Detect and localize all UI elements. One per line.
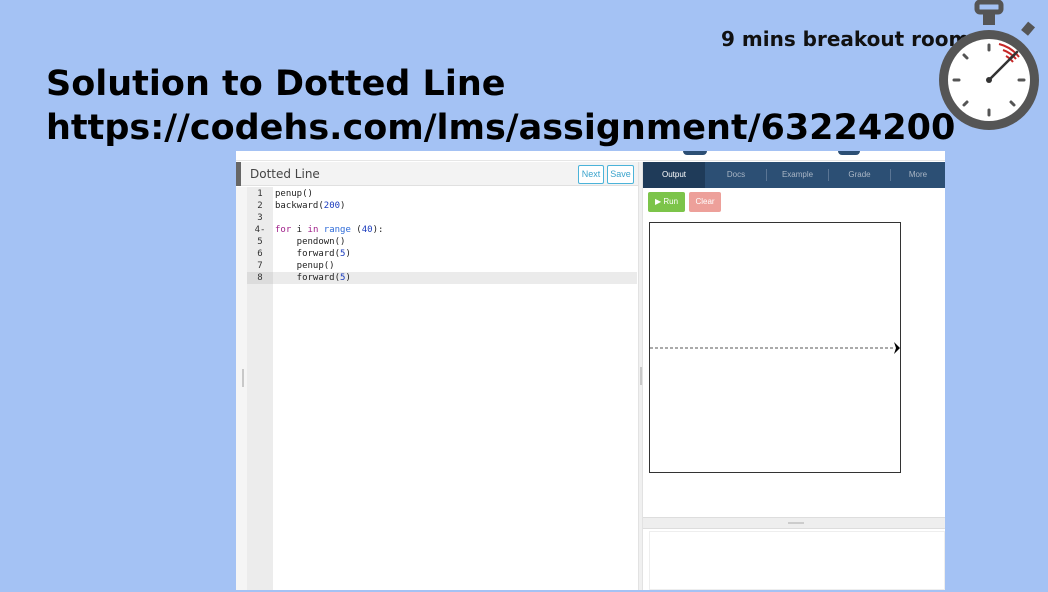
code-line-1[interactable]: penup(): [275, 188, 639, 200]
output-tab-bar: Output Docs Example Grade More: [643, 162, 945, 188]
tab-more[interactable]: More: [891, 162, 945, 188]
code-token: i: [291, 225, 308, 235]
tab-output[interactable]: Output: [643, 162, 705, 188]
code-line-2[interactable]: backward(200): [275, 200, 639, 212]
console-output: [649, 531, 945, 590]
slide-title-url: https://codehs.com/lms/assignment/632242…: [46, 108, 956, 148]
console-resize-bar[interactable]: [643, 517, 945, 529]
line-number: 6: [257, 249, 263, 259]
codehs-editor-screenshot: Dotted Line Next Save 1 2 3 4- 5 6 7 8 p…: [236, 151, 945, 590]
slide-title: Solution to Dotted Line https://codehs.c…: [46, 62, 955, 150]
slide-title-line1: Solution to Dotted Line: [46, 64, 506, 104]
next-button[interactable]: Next: [578, 165, 604, 184]
line-number: 7: [257, 261, 263, 271]
line-number-active: 8: [247, 272, 273, 284]
top-navbar-strip: [236, 151, 945, 161]
nav-avatar-edge: [683, 151, 707, 155]
code-token: ):: [372, 225, 384, 235]
sidebar-collapse-strip[interactable]: [236, 187, 247, 590]
code-line-4[interactable]: for i in range (40):: [275, 224, 639, 236]
fold-toggle-icon[interactable]: -: [260, 225, 265, 235]
clear-button[interactable]: Clear: [689, 192, 721, 212]
stopwatch-icon: [939, 0, 1039, 130]
tab-example[interactable]: Example: [767, 162, 828, 188]
code-token: ): [340, 201, 346, 211]
code-token: forward(: [275, 249, 341, 259]
editor-header: Dotted Line Next Save: [236, 162, 638, 186]
line-number-with-fold: 4-: [247, 224, 273, 236]
code-line-6[interactable]: forward(5): [275, 248, 639, 260]
line-number: 2: [257, 201, 263, 211]
code-line-8-active[interactable]: forward(5): [273, 272, 637, 284]
run-button[interactable]: ▶ Run: [648, 192, 685, 212]
code-token: forward(: [275, 273, 341, 283]
code-keyword: in: [307, 225, 319, 235]
nav-profile-edge: [838, 151, 860, 155]
code-token: ): [345, 273, 351, 283]
code-number: 40: [361, 225, 373, 235]
save-button[interactable]: Save: [607, 165, 634, 184]
line-number: 5: [257, 237, 263, 247]
code-number: 200: [323, 201, 341, 211]
code-builtin: range: [323, 225, 351, 235]
console-resize-grip[interactable]: [788, 522, 804, 524]
code-token: ): [345, 249, 351, 259]
turtle-icon: [894, 342, 900, 354]
code-line-7[interactable]: penup(): [275, 260, 639, 272]
editor-header-accent: [236, 162, 241, 186]
tab-grade[interactable]: Grade: [829, 162, 890, 188]
line-number: 1: [257, 189, 263, 199]
panel-resize-handle[interactable]: [640, 367, 642, 385]
code-line-5[interactable]: pendown(): [275, 236, 639, 248]
code-token: backward(: [275, 201, 324, 211]
code-editor[interactable]: penup() backward(200) for i in range (40…: [273, 187, 637, 590]
code-keyword: for: [275, 225, 292, 235]
left-resize-handle[interactable]: [242, 369, 244, 387]
turtle-drawing: [650, 342, 900, 354]
editor-title: Dotted Line: [250, 167, 320, 181]
tab-docs[interactable]: Docs: [705, 162, 767, 188]
line-number: 3: [257, 213, 263, 223]
turtle-canvas[interactable]: [649, 222, 901, 473]
code-token: (: [350, 225, 362, 235]
